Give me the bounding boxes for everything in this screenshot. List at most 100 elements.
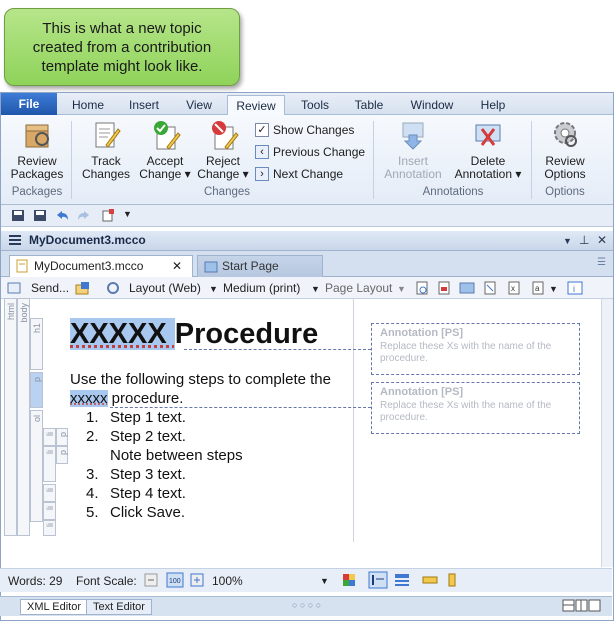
list-item-text[interactable]: Click Save. — [110, 504, 185, 521]
image-icon[interactable] — [459, 281, 475, 298]
intro-paragraph-line2[interactable]: xxxxx procedure. — [70, 390, 183, 407]
tag-bar-h1[interactable]: h1 — [30, 318, 43, 370]
text-format-dropdown-icon[interactable]: ▼ — [549, 284, 558, 294]
next-change-button[interactable]: › Next Change — [255, 165, 343, 183]
customize-dropdown-icon[interactable]: ▼ — [123, 209, 137, 222]
medium-dropdown[interactable]: Medium (print) — [223, 281, 300, 295]
tab-view[interactable]: View — [179, 95, 219, 115]
tag-bar-li-5[interactable]: li — [43, 520, 56, 536]
window-dropdown-icon[interactable]: ▼ — [563, 236, 572, 246]
tab-document[interactable]: MyDocument3.mcco ✕ — [9, 255, 193, 277]
save-all-icon[interactable] — [33, 209, 47, 222]
list-item-text[interactable]: Step 3 text. — [110, 466, 186, 483]
heading-text[interactable]: Procedure — [175, 318, 318, 350]
close-icon[interactable]: ✕ — [597, 233, 607, 247]
tab-xml-editor[interactable]: XML Editor — [20, 599, 89, 615]
vertical-scrollbar[interactable] — [601, 299, 613, 567]
previous-change-button[interactable]: ‹ Previous Change — [255, 143, 365, 161]
list-item-note[interactable]: Note between steps — [86, 447, 243, 464]
list-item-text[interactable]: Step 2 text. — [110, 428, 186, 445]
splitter-dots-icon[interactable]: ○ ○ ○ ○ — [292, 600, 321, 610]
show-tags-icon[interactable] — [394, 573, 410, 590]
tag-bar-li-1[interactable]: li — [43, 428, 56, 446]
topic-heading[interactable]: XXXXX Procedure — [70, 318, 318, 351]
delete-annotation-button[interactable]: Delete Annotation ▾ — [453, 119, 523, 181]
tab-start-page[interactable]: Start Page — [197, 255, 323, 277]
tab-file[interactable]: File — [1, 93, 57, 115]
colors-icon[interactable] — [342, 573, 356, 590]
page-layout-dropdown-icon[interactable]: ▼ — [397, 284, 406, 294]
tab-list-icon[interactable]: ☰ — [597, 257, 606, 268]
preview-icon[interactable] — [415, 281, 429, 298]
undo-icon[interactable] — [55, 209, 69, 222]
zoom-value[interactable]: 100% — [212, 574, 243, 588]
intro-paragraph-line1[interactable]: Use the following steps to complete the — [70, 371, 331, 388]
annotation-box[interactable]: Annotation [PS] Replace these Xs with th… — [371, 382, 580, 434]
tab-window[interactable]: Window — [403, 95, 461, 115]
layout-dropdown-icon[interactable]: ▼ — [209, 284, 218, 294]
list-item[interactable]: 5. Click Save. — [86, 504, 185, 521]
tag-bar-ol[interactable]: ol — [30, 410, 43, 522]
list-item-text[interactable]: Step 1 text. — [110, 409, 186, 426]
info-icon[interactable]: i — [567, 281, 583, 298]
tag-bar-li-2[interactable]: li — [43, 446, 56, 482]
clipboard-icon[interactable] — [101, 209, 115, 222]
structure-icon[interactable] — [483, 281, 497, 298]
intro-selected-text[interactable]: xxxxx — [70, 390, 108, 407]
redo-icon[interactable] — [77, 209, 91, 222]
page-layout-dropdown[interactable]: Page Layout — [325, 281, 392, 295]
reject-change-button[interactable]: Reject Change ▾ — [195, 119, 251, 181]
menu-icon[interactable] — [9, 234, 21, 249]
tab-review[interactable]: Review — [227, 95, 285, 116]
track-changes-button[interactable]: Track Changes — [79, 119, 133, 181]
tab-tools[interactable]: Tools — [293, 95, 337, 115]
accept-change-button[interactable]: Accept Change ▾ — [137, 119, 193, 181]
layout-dropdown[interactable]: Layout (Web) — [129, 281, 201, 295]
save-icon[interactable] — [11, 209, 25, 222]
list-item[interactable]: 2. Step 2 text. — [86, 428, 186, 445]
tag-bar-li-4[interactable]: li — [43, 502, 56, 520]
show-changes-checkbox[interactable]: ✓ Show Changes — [255, 121, 354, 139]
tab-close-icon[interactable]: ✕ — [172, 256, 182, 276]
tag-label-html: html — [6, 303, 16, 321]
structure-bars-icon[interactable] — [368, 571, 388, 592]
medium-dropdown-icon[interactable]: ▼ — [311, 284, 320, 294]
xml-icon[interactable]: x — [507, 281, 521, 298]
pin-icon[interactable]: ⊥ — [579, 233, 589, 247]
tab-table[interactable]: Table — [347, 95, 391, 115]
list-item-text[interactable]: Note between steps — [110, 447, 243, 464]
attach-icon[interactable] — [75, 281, 91, 298]
print-preview-icon[interactable] — [437, 281, 451, 298]
tag-bar-p[interactable]: p — [30, 372, 43, 408]
split-view-icon[interactable] — [562, 599, 602, 616]
tab-help[interactable]: Help — [473, 95, 513, 115]
tag-bar-p-1[interactable]: p — [56, 428, 68, 446]
list-item-text[interactable]: Step 4 text. — [110, 485, 186, 502]
review-packages-button[interactable]: Review Packages — [9, 119, 65, 181]
annotation-box[interactable]: Annotation [PS] Replace these Xs with th… — [371, 323, 580, 375]
intro-text[interactable]: procedure. — [108, 390, 184, 407]
send-button[interactable]: Send... — [31, 281, 69, 295]
package-icon — [21, 119, 53, 151]
review-options-button[interactable]: Review Options — [537, 119, 593, 181]
zoom-out-icon[interactable] — [144, 573, 158, 590]
tag-bar-p-2[interactable]: p — [56, 446, 68, 464]
tag-bar-html[interactable]: html — [4, 298, 17, 536]
text-format-icon[interactable]: a — [531, 281, 545, 298]
heading-selected-text[interactable]: XXXXX — [70, 318, 175, 350]
list-item[interactable]: 3. Step 3 text. — [86, 466, 186, 483]
list-item[interactable]: 4. Step 4 text. — [86, 485, 186, 502]
tab-insert[interactable]: Insert — [121, 95, 167, 115]
tab-start-page-label: Start Page — [222, 259, 279, 273]
zoom-dropdown-icon[interactable]: ▼ — [320, 576, 329, 586]
vertical-ruler-icon[interactable] — [446, 573, 458, 590]
ruler-icon[interactable] — [422, 573, 438, 590]
tab-text-editor[interactable]: Text Editor — [86, 599, 152, 615]
tag-bar-li-3[interactable]: li — [43, 484, 56, 502]
tag-bar-body[interactable]: body — [17, 298, 30, 536]
insert-annotation-button[interactable]: Insert Annotation — [381, 119, 445, 181]
list-item[interactable]: 1. Step 1 text. — [86, 409, 186, 426]
zoom-in-icon[interactable] — [190, 573, 204, 590]
font-scale-reset-icon[interactable]: 100 — [166, 572, 184, 591]
tab-home[interactable]: Home — [67, 95, 109, 115]
